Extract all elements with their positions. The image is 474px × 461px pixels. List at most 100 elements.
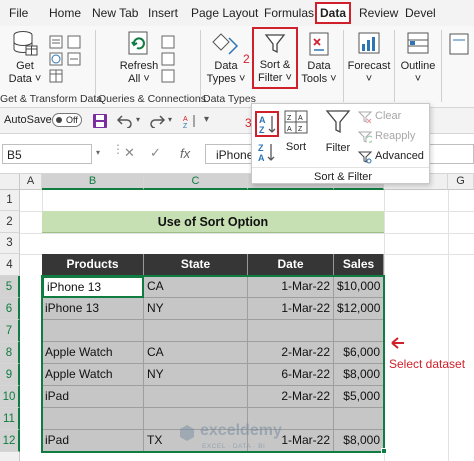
filter-button[interactable]: Filter (322, 108, 354, 158)
row-header-10[interactable]: 10 (0, 386, 20, 408)
tab-insert[interactable]: Insert (145, 4, 181, 24)
tab-review[interactable]: Review (356, 4, 401, 24)
cell-product[interactable] (42, 320, 144, 342)
name-box[interactable]: B5 (2, 144, 92, 164)
cell-state[interactable] (144, 320, 248, 342)
svg-text:A: A (259, 115, 266, 125)
tab-data[interactable]: Data (315, 2, 352, 24)
header-date[interactable]: Date (248, 254, 334, 276)
data-tools-button[interactable]: Data Tools ˅ (300, 30, 338, 86)
cell-date[interactable] (248, 320, 334, 342)
row-header-5[interactable]: 5 (0, 276, 20, 298)
cell-sales[interactable]: $8,000 (334, 364, 384, 386)
autosave-toggle[interactable]: Off (52, 113, 82, 127)
col-header-c[interactable]: C (144, 174, 248, 190)
cell-sales[interactable]: $6,000 (334, 342, 384, 364)
data-types-button[interactable]: Data Types ˅ (206, 30, 246, 86)
clear-button[interactable]: Clear (358, 109, 424, 125)
advanced-button[interactable]: Advanced (358, 149, 428, 165)
tab-home[interactable]: Home (46, 4, 84, 24)
tab-developer[interactable]: Devel (402, 4, 439, 24)
undo-dropdown-icon[interactable]: ▾ (136, 115, 140, 124)
cell-sales[interactable]: $12,000 (334, 298, 384, 320)
insert-function-icon[interactable]: fx (180, 146, 190, 161)
svg-text:Z: Z (259, 125, 265, 135)
tab-page-layout[interactable]: Page Layout (188, 4, 261, 24)
overflow-icon[interactable] (448, 32, 470, 59)
row-header-9[interactable]: 9 (0, 364, 20, 386)
cell-sales[interactable] (334, 408, 384, 430)
cell-state[interactable] (144, 386, 248, 408)
enter-icon[interactable]: ✓ (150, 145, 161, 161)
tab-file[interactable]: File (6, 4, 31, 24)
sort-filter-button[interactable]: Sort & Filter ˅ (252, 27, 298, 89)
cell-state[interactable]: NY (144, 298, 248, 320)
cell-sales[interactable]: $8,000 (334, 430, 384, 452)
undo-icon[interactable] (116, 114, 134, 128)
row-header-11[interactable]: 11 (0, 408, 20, 430)
header-sales[interactable]: Sales (334, 254, 384, 276)
col-header-b[interactable]: B (42, 174, 144, 190)
cell-date[interactable]: 6-Mar-22 (248, 364, 334, 386)
cell-state[interactable]: CA (144, 276, 248, 298)
sort-qat-icon[interactable]: A Z (182, 113, 200, 129)
cell-sales[interactable]: $10,000 (334, 276, 384, 298)
tab-new-tab[interactable]: New Tab (89, 4, 141, 24)
formula-more-icon: ⋮ (112, 142, 124, 156)
namebox-dropdown-icon[interactable]: ▾ (96, 148, 100, 157)
svg-text:A: A (298, 115, 303, 122)
customize-qat-icon[interactable]: ▾ (204, 114, 209, 125)
ribbon-separator (441, 30, 442, 102)
cell-product[interactable]: iPad (42, 386, 144, 408)
cell-product[interactable]: iPhone 13 (42, 276, 144, 298)
redo-icon[interactable] (148, 114, 166, 128)
row-header-8[interactable]: 8 (0, 342, 20, 364)
sort-dialog-button[interactable]: Z A A Z Sort (282, 110, 310, 160)
refresh-all-button[interactable]: Refresh All ˅ (118, 30, 160, 86)
tab-formulas[interactable]: Formulas (261, 4, 317, 24)
outline-button[interactable]: Outline ˅ (398, 30, 438, 86)
cancel-icon[interactable]: ✕ (124, 145, 135, 161)
sheet-title[interactable]: Use of Sort Option (42, 211, 384, 233)
svg-text:A: A (183, 116, 188, 123)
row-header-4[interactable]: 4 (0, 254, 20, 276)
cell-sales[interactable] (334, 320, 384, 342)
cell-product[interactable] (42, 408, 144, 430)
row-header-2[interactable]: 2 (0, 211, 20, 233)
cell-date[interactable]: 2-Mar-22 (248, 342, 334, 364)
cell-product[interactable]: iPad (42, 430, 144, 452)
row-header-1[interactable]: 1 (0, 190, 20, 211)
cell-date[interactable]: 1-Mar-22 (248, 276, 334, 298)
ribbon-separator (95, 30, 96, 102)
cell-product[interactable]: Apple Watch (42, 364, 144, 386)
get-data-button[interactable]: Get Data ˅ (6, 30, 44, 86)
header-products[interactable]: Products (42, 254, 144, 276)
cell-sales[interactable]: $5,000 (334, 386, 384, 408)
col-header-g[interactable]: G (448, 174, 474, 190)
select-all-corner[interactable] (0, 174, 20, 190)
sort-z-to-a-button[interactable]: Z A (257, 141, 279, 165)
group-label-queries: Queries & Connections (98, 93, 206, 105)
fill-handle[interactable] (381, 448, 387, 454)
forecast-label: Forecast (347, 60, 391, 72)
col-header-a[interactable]: A (20, 174, 42, 190)
cell-product[interactable]: iPhone 13 (42, 298, 144, 320)
forecast-label-2: ˅ (365, 73, 373, 85)
row-header-6[interactable]: 6 (0, 298, 20, 320)
forecast-button[interactable]: Forecast ˅ (347, 30, 391, 86)
sort-a-to-z-button[interactable]: A Z (255, 111, 279, 137)
row-header-3[interactable]: 3 (0, 233, 20, 254)
cell-state[interactable]: NY (144, 364, 248, 386)
cell-product[interactable]: Apple Watch (42, 342, 144, 364)
cell-state[interactable]: CA (144, 342, 248, 364)
cell-date[interactable]: 1-Mar-22 (248, 298, 334, 320)
row-header-7[interactable]: 7 (0, 320, 20, 342)
row-header-12[interactable]: 12 (0, 430, 20, 452)
cell-date[interactable]: 2-Mar-22 (248, 386, 334, 408)
ribbon-tab-bar: File Home New Tab Insert Page Layout For… (0, 0, 474, 26)
redo-dropdown-icon[interactable]: ▾ (168, 115, 172, 124)
data-tools-label-2: Tools ˅ (301, 73, 337, 85)
reapply-button[interactable]: Reapply (358, 129, 424, 145)
header-state[interactable]: State (144, 254, 248, 276)
save-icon[interactable] (92, 113, 108, 129)
